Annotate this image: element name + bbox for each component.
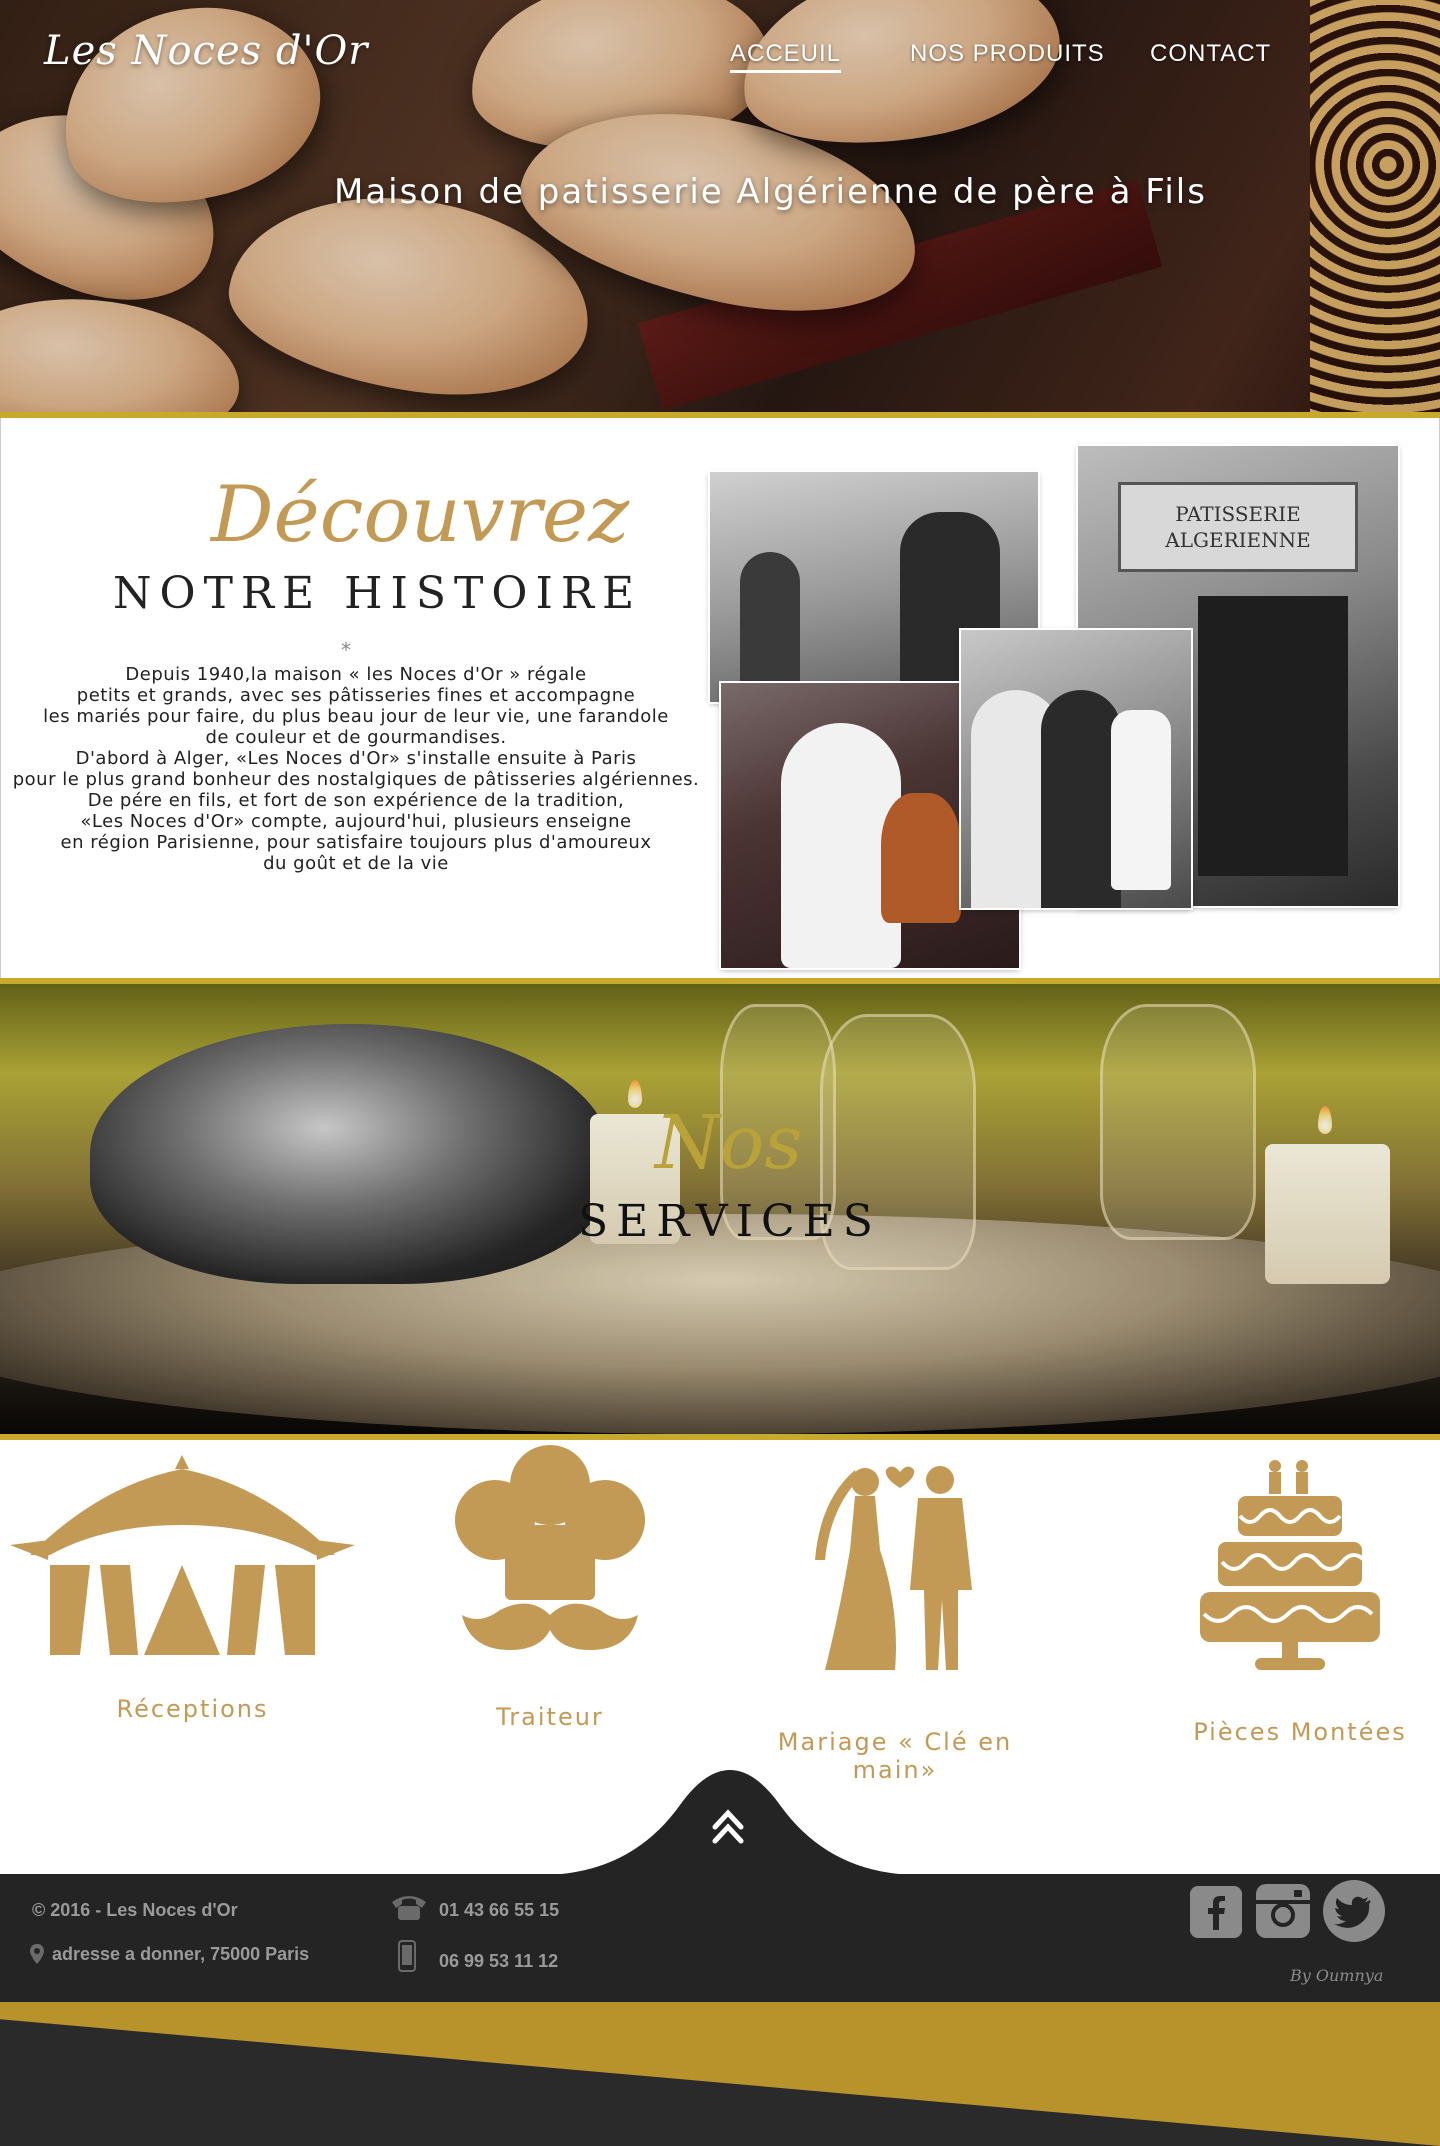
nav-item-contact[interactable]: CONTACT: [1150, 40, 1271, 68]
shop-sign-line1: PATISSERIE: [1175, 502, 1301, 526]
nav-item-accueil[interactable]: ACCEUIL: [730, 40, 842, 73]
history-text: Depuis 1940,la maison « les Noces d'Or »…: [12, 664, 700, 874]
service-receptions[interactable]: Réceptions: [10, 1455, 355, 1723]
chef-hat-mustache-icon: [455, 1445, 645, 1650]
decorative-footer-band: [0, 2002, 1440, 2146]
services-title: SERVICES: [578, 1196, 881, 1247]
history-section: Découvrez NOTRE HISTOIRE * Depuis 1940,l…: [0, 418, 1440, 978]
services-script-title: Nos: [655, 1100, 803, 1186]
instagram-icon[interactable]: [1256, 1884, 1310, 1938]
tent-icon: [10, 1455, 355, 1655]
back-to-top-button[interactable]: [540, 1755, 920, 1875]
footer-phone[interactable]: 01 43 66 55 15: [439, 1900, 559, 1921]
twitter-icon[interactable]: [1323, 1880, 1385, 1942]
service-traiteur[interactable]: Traiteur: [450, 1445, 650, 1731]
footer-copyright: © 2016 - Les Noces d'Or: [32, 1900, 238, 1920]
wedding-couple-icon: [815, 1466, 972, 1670]
service-pieces-montees[interactable]: Pièces Montées: [1193, 1458, 1405, 1746]
shop-sign-line2: ALGERIENNE: [1165, 528, 1311, 552]
history-script-title: Découvrez: [211, 470, 630, 560]
divider-bar: [0, 1434, 1440, 1440]
footer-address: adresse a donner, 75000 Paris: [52, 1944, 310, 1964]
service-label: Pièces Montées: [1193, 1718, 1407, 1746]
facebook-icon[interactable]: [1190, 1886, 1242, 1938]
footer-credit: By Oumnya: [1290, 1966, 1384, 1985]
mobile-phone-icon: [398, 1940, 416, 1972]
history-divider: *: [341, 638, 351, 662]
nav-item-nos-produits[interactable]: NOS PRODUITS: [910, 40, 1105, 68]
history-title: NOTRE HISTOIRE: [113, 568, 643, 619]
hero-tagline: Maison de patisserie Algérienne de père …: [334, 172, 1207, 212]
service-label: Traiteur: [496, 1703, 604, 1731]
wedding-couple-photo: [961, 630, 1191, 908]
footer: © 2016 - Les Noces d'Or adresse a donner…: [0, 1874, 1440, 2002]
footer-mobile[interactable]: 06 99 53 11 12: [439, 1951, 558, 1972]
wedding-cake-icon: [1200, 1460, 1380, 1670]
site-logo[interactable]: Les Noces d'Or: [44, 28, 368, 74]
telephone-icon: [392, 1896, 426, 1920]
service-mariage[interactable]: Mariage « Clé en main»: [778, 1460, 1010, 1784]
service-label: Réceptions: [116, 1695, 269, 1723]
location-pin-icon: [30, 1944, 44, 1964]
